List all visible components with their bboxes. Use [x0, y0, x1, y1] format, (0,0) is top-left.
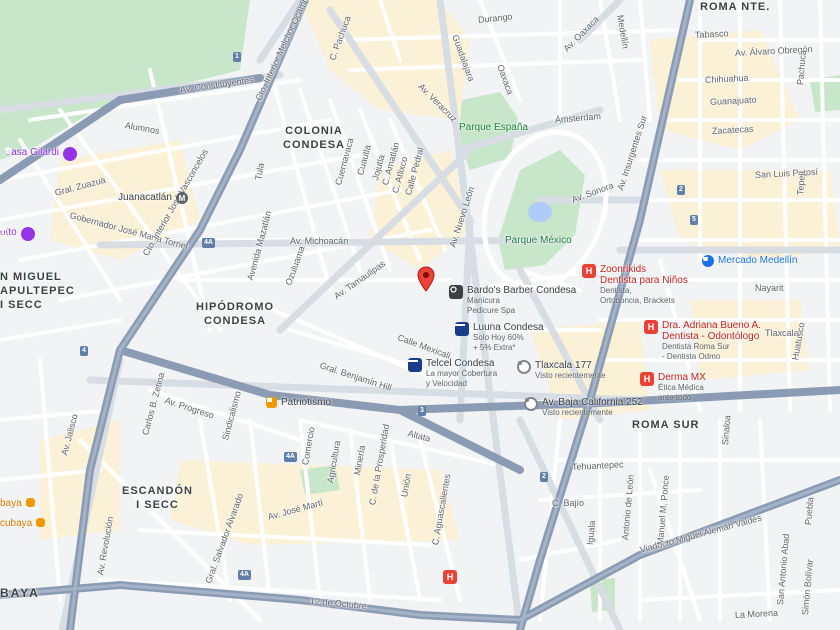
- metro-icon: M: [175, 192, 188, 204]
- restaurant-icon: [36, 518, 46, 527]
- poi-subtext: Solo Hoy 60%: [473, 333, 524, 342]
- park-label-espana[interactable]: Parque España: [459, 122, 528, 133]
- neighborhood-roma-norte: ROMA NTE.: [700, 1, 771, 13]
- poi-subtext: Ética Médica: [658, 383, 704, 392]
- poi-cubaya[interactable]: cubaya: [0, 518, 46, 529]
- poi-name: Telcel Condesa: [426, 358, 495, 369]
- restaurant-icon: [25, 498, 35, 507]
- poi-subtext: ante todo: [658, 393, 692, 402]
- shop-icon: [702, 255, 714, 267]
- map-canvas[interactable]: COLONIA CONDESA HIPÓDROMO CONDESA ROMA S…: [0, 0, 840, 630]
- poi-subtext: La mayor Cobertura: [426, 369, 498, 378]
- poi-telcel[interactable]: Telcel Condesa La mayor Cobertura y Velo…: [408, 358, 497, 389]
- hospital-icon: H: [582, 264, 596, 278]
- poi-patriotismo[interactable]: Patriotismo: [266, 397, 331, 408]
- poi-subtext: Visto recientemente: [542, 408, 613, 417]
- street-label: C. Bajío: [552, 498, 585, 508]
- poi-name: Luuna Condesa: [473, 322, 544, 333]
- route-badge: 4A: [202, 238, 215, 248]
- poi-dra-adriana[interactable]: H Dra. Adriana Bueno A. Dentista - Odont…: [644, 320, 761, 362]
- neighborhood-san-miguel: N MIGUEL APULTEPEC I SECC: [0, 271, 75, 311]
- neighborhood-roma-sur: ROMA SUR: [632, 419, 700, 431]
- neighborhood-hipodromo-condesa: HIPÓDROMO CONDESA: [196, 301, 275, 327]
- poi-subtext: y Velocidad: [426, 379, 467, 388]
- poi-mercado-medellin[interactable]: Mercado Medellín: [702, 255, 797, 267]
- poi-name: Bardo's Barber Condesa: [467, 285, 577, 296]
- poi-name: Juanacatlán: [118, 192, 172, 203]
- poi-luuna[interactable]: Luuna Condesa Solo Hoy 60% + 5% Extra*: [455, 322, 544, 353]
- poi-name-line2: Dentista - Odontólogo: [662, 331, 760, 342]
- poi-name: Dra. Adriana Bueno A.: [662, 320, 761, 331]
- poi-name: Tlaxcala 177: [535, 360, 592, 371]
- poi-casa-gilardi[interactable]: Casa Gilardi: [4, 147, 78, 161]
- poi-hospital-south[interactable]: H: [443, 570, 457, 584]
- poi-zoonrikids[interactable]: H Zoonrikids Dentista para Niños Dentist…: [582, 264, 688, 306]
- poi-subtext: Manicura: [467, 296, 500, 305]
- poi-name: baya: [0, 498, 22, 509]
- neighborhood-colonia-condesa: COLONIA CONDESA: [283, 125, 346, 151]
- poi-juanacatlan[interactable]: Juanacatlán M: [118, 192, 188, 204]
- poi-subtext: - Dentista Odmo: [662, 352, 721, 361]
- poi-tlaxcala-177[interactable]: Tlaxcala 177 Visto recientemente: [517, 360, 606, 381]
- hospital-icon: H: [443, 570, 457, 584]
- poi-baja-california[interactable]: Av. Baja California 252 Visto recienteme…: [524, 397, 643, 418]
- poi-subtext: Dentista,: [600, 286, 632, 295]
- history-icon: [524, 397, 538, 411]
- poi-derma-mx[interactable]: H Derma MX Ética Médica ante todo: [640, 372, 706, 403]
- park-label-mexico[interactable]: Parque México: [505, 235, 572, 246]
- poi-name: Zoonrikids: [600, 264, 647, 275]
- poi-name: Mercado Medellín: [718, 255, 798, 266]
- camera-icon: [449, 285, 463, 299]
- street-label: Nayarit: [755, 283, 784, 293]
- highway-label-viaducto: BAYA: [0, 586, 40, 600]
- store-icon: [408, 358, 422, 372]
- street-label: Tabasco: [694, 28, 729, 40]
- route-badge: 4A: [284, 452, 297, 462]
- poi-subtext: Ortodoncia, Brackets: [600, 296, 675, 305]
- poi-name-line2: Dentista para Niños: [600, 275, 688, 286]
- poi-bardos-barber[interactable]: Bardo's Barber Condesa Manicura Pedicure…: [449, 285, 576, 316]
- store-icon: [455, 322, 469, 336]
- street-label: Iguala: [585, 520, 598, 546]
- poi-baya[interactable]: baya: [0, 498, 35, 509]
- route-badge: 2: [677, 185, 685, 195]
- route-badge: 4A: [238, 570, 251, 580]
- museum-icon: [0, 227, 35, 241]
- poi-name: cubaya: [0, 518, 33, 529]
- hospital-icon: H: [644, 320, 658, 334]
- neighborhood-escandon: ESCANDÓN I SECC: [122, 485, 193, 511]
- poi-subtext: Dentista Roma Sur: [662, 342, 730, 351]
- poi-subtext: Visto recientemente: [535, 371, 606, 380]
- street-label: Tepeji: [795, 171, 808, 196]
- route-badge: 5: [690, 215, 698, 225]
- poi-name: Av. Baja California 252: [542, 397, 643, 408]
- route-badge: 1: [233, 52, 241, 62]
- poi-name: Patriotismo: [281, 397, 332, 408]
- route-badge: 2: [540, 472, 548, 482]
- poi-name: Casa Gilardi: [4, 147, 60, 158]
- hospital-icon: H: [640, 372, 654, 386]
- poi-subtext: Pedicure Spa: [467, 306, 516, 315]
- history-icon: [517, 360, 531, 374]
- route-badge: 4: [80, 346, 88, 356]
- metrobus-icon: [266, 397, 277, 408]
- poi-name: Derma MX: [658, 372, 706, 383]
- poi-utto[interactable]: utto: [0, 227, 35, 241]
- map-base: [0, 0, 840, 630]
- museum-icon: [4, 147, 78, 161]
- poi-subtext: + 5% Extra*: [473, 343, 516, 352]
- route-badge: 3: [418, 406, 426, 416]
